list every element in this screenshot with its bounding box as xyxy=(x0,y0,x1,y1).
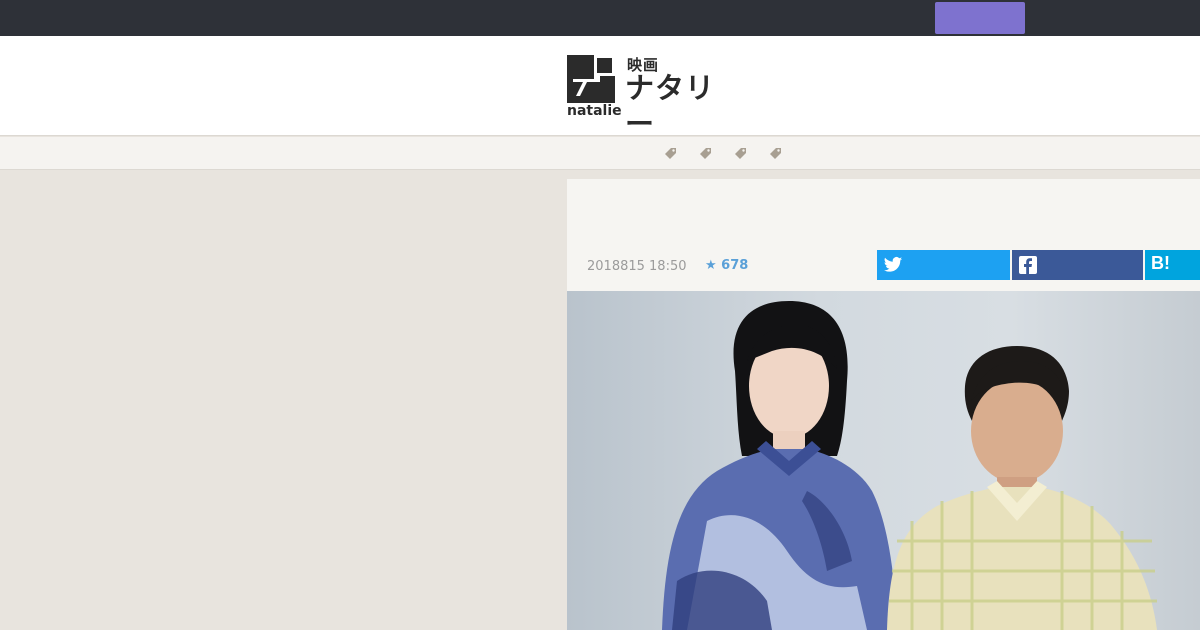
logo-wordmark: natalie xyxy=(567,103,622,119)
hatena-label: B! xyxy=(1151,253,1170,273)
login-button[interactable] xyxy=(935,2,1025,34)
tag-icon[interactable] xyxy=(734,146,748,160)
tag-nav xyxy=(0,137,1200,170)
star-count[interactable]: ★ 678 xyxy=(705,258,748,273)
site-logo[interactable]: 映画 ナタリー natalie xyxy=(567,54,737,141)
facebook-share-button[interactable] xyxy=(1012,250,1143,280)
article-card: 2018815 18:50 ★ 678 B! xyxy=(567,179,1200,630)
top-bar xyxy=(0,0,1200,36)
photo-two-people-image xyxy=(662,301,1157,630)
logo-title: ナタリー xyxy=(625,71,716,141)
hatena-bookmark-button[interactable]: B! xyxy=(1145,250,1200,280)
natalie-logo-mark xyxy=(567,55,615,103)
article-photo[interactable] xyxy=(567,291,1200,630)
article-date: 2018815 18:50 xyxy=(587,259,687,274)
tag-icon[interactable] xyxy=(699,146,713,160)
tag-icon[interactable] xyxy=(664,146,678,160)
facebook-icon xyxy=(1019,256,1037,274)
sidebar xyxy=(0,171,566,630)
site-header: 映画 ナタリー natalie xyxy=(0,36,1200,141)
twitter-icon xyxy=(883,257,903,272)
twitter-share-button[interactable] xyxy=(877,250,1010,280)
tag-icon[interactable] xyxy=(769,146,783,160)
